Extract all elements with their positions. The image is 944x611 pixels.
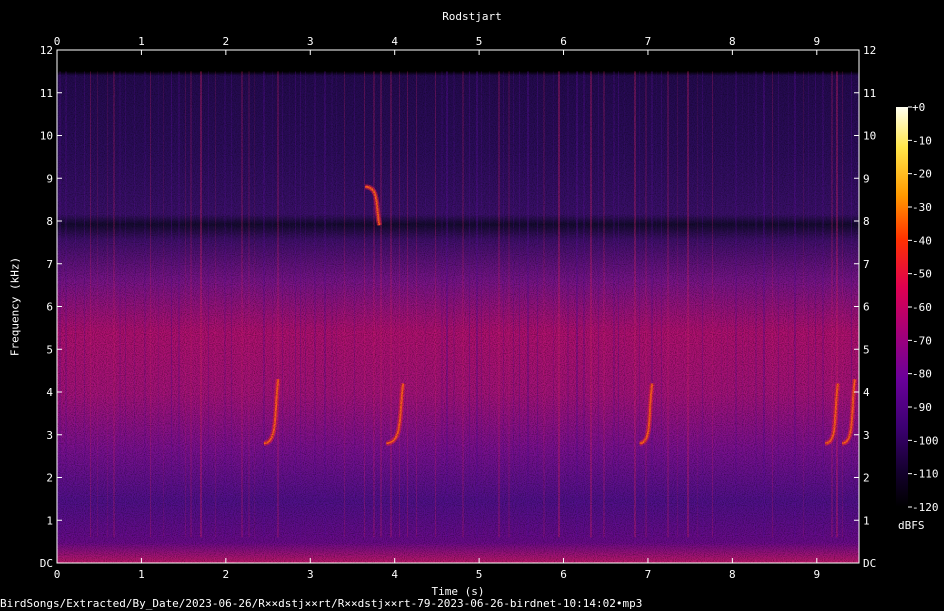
colorbar-tick-label: -100	[912, 434, 939, 447]
x-tick-label-top: 3	[307, 35, 314, 48]
y-tick-label-left: DC	[40, 557, 53, 570]
x-tick-label-top: 0	[54, 35, 61, 48]
y-tick-label-left: 7	[46, 258, 53, 271]
y-tick-label-left: 12	[40, 44, 53, 57]
x-tick-label-top: 2	[223, 35, 230, 48]
x-tick-label-bottom: 2	[223, 568, 230, 581]
colorbar-tick-label: +0	[912, 101, 925, 114]
colorbar-tick-label: -20	[912, 168, 932, 181]
x-tick-label-bottom: 4	[391, 568, 398, 581]
colorbar-unit: dBFS	[898, 519, 925, 532]
x-tick-label-top: 6	[560, 35, 567, 48]
x-tick-label-bottom: 8	[729, 568, 736, 581]
y-tick-label-right: 3	[863, 429, 870, 442]
x-tick-label-bottom: 3	[307, 568, 314, 581]
y-tick-label-left: 3	[46, 429, 53, 442]
y-tick-label-right: 10	[863, 130, 876, 143]
y-tick-label-right: 6	[863, 301, 870, 314]
y-tick-label-left: 5	[46, 343, 53, 356]
x-tick-label-top: 9	[813, 35, 820, 48]
y-tick-label-right: 2	[863, 472, 870, 485]
y-tick-label-right: 1	[863, 514, 870, 527]
y-tick-label-left: 4	[46, 386, 53, 399]
x-tick-label-bottom: 0	[54, 568, 61, 581]
x-tick-label-bottom: 5	[476, 568, 483, 581]
colorbar-tick-label: -40	[912, 234, 932, 247]
x-tick-label-top: 7	[645, 35, 652, 48]
y-tick-label-left: 10	[40, 130, 53, 143]
x-tick-label-bottom: 9	[813, 568, 820, 581]
y-tick-label-right: 8	[863, 215, 870, 228]
y-tick-label-right: 12	[863, 44, 876, 57]
x-tick-label-bottom: 7	[645, 568, 652, 581]
colorbar-tick-label: -50	[912, 268, 932, 281]
chart-title: Rodstjart	[442, 10, 502, 23]
y-tick-label-left: 1	[46, 514, 53, 527]
y-tick-label-left: 6	[46, 301, 53, 314]
y-tick-label-left: 2	[46, 472, 53, 485]
colorbar-tick-label: -10	[912, 134, 932, 147]
colorbar-tick-label: -60	[912, 301, 932, 314]
spectrogram-figure: 00112233445566778899 DC DC1 12 23 34 45 56 67 78…	[40, 35, 939, 581]
colorbar-tick-label: -70	[912, 334, 932, 347]
y-tick-label-left: 11	[40, 87, 53, 100]
y-tick-label-right: 11	[863, 87, 876, 100]
colorbar-ticks: +0 -10 -20 -30 -40 -50 -60 -70 -80 -90 -100 -110 -12…	[908, 101, 939, 514]
colorbar-tick-label: -120	[912, 501, 939, 514]
y-tick-label-right: 7	[863, 258, 870, 271]
colorbar-tick-label: -30	[912, 201, 932, 214]
y-tick-label-right: 5	[863, 343, 870, 356]
colorbar-tick-label: -90	[912, 401, 932, 414]
y-tick-label-right: 4	[863, 386, 870, 399]
x-tick-label-bottom: 6	[560, 568, 567, 581]
spectrogram-noise	[57, 50, 859, 563]
y-tick-label-left: 9	[46, 172, 53, 185]
x-tick-label-top: 4	[391, 35, 398, 48]
colorbar-tick-label: -80	[912, 368, 932, 381]
file-path: BirdSongs/Extracted/By_Date/2023-06-26/R…	[0, 597, 643, 610]
colorbar	[896, 107, 908, 507]
y-tick-label-left: 8	[46, 215, 53, 228]
x-tick-label-top: 5	[476, 35, 483, 48]
x-tick-label-top: 8	[729, 35, 736, 48]
y-tick-label-right: 9	[863, 172, 870, 185]
y-tick-label-right: DC	[863, 557, 876, 570]
x-tick-label-bottom: 1	[138, 568, 145, 581]
y-axis-label: Frequency (kHz)	[8, 256, 22, 357]
colorbar-tick-label: -110	[912, 468, 939, 481]
x-tick-label-top: 1	[138, 35, 145, 48]
